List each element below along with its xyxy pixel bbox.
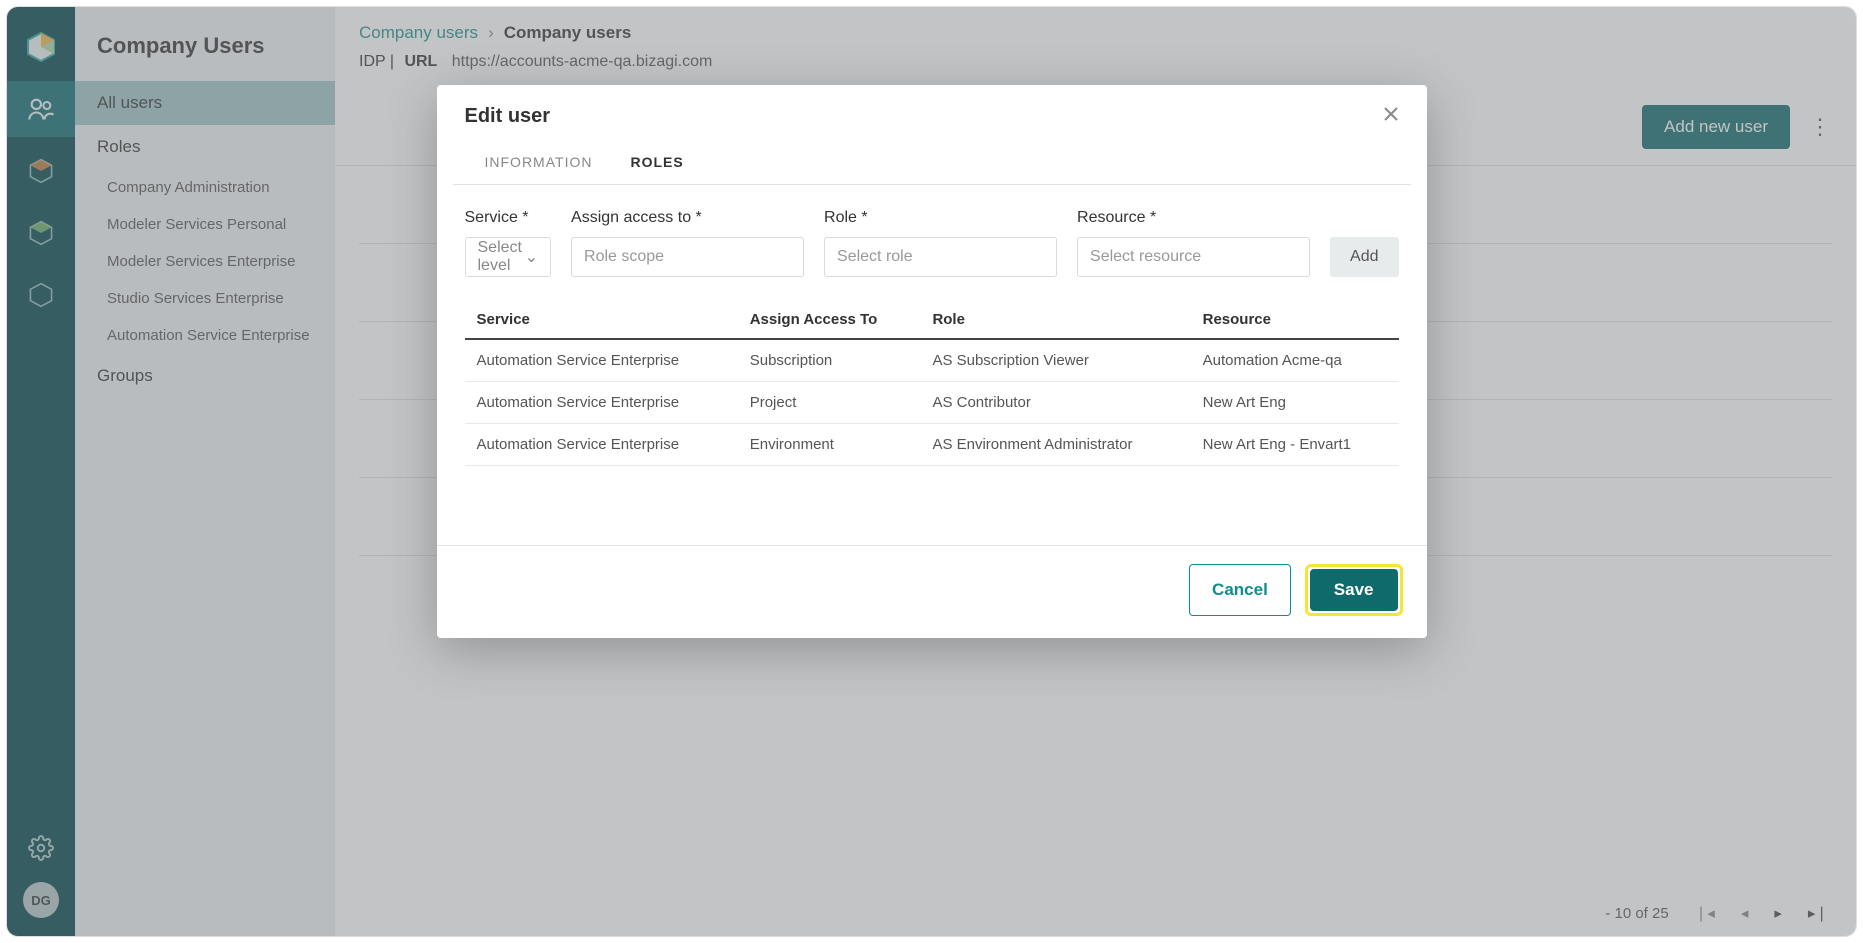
modal-scrim: Edit user Information Roles Service * Se… — [7, 7, 1856, 936]
cell-resource: New Art Eng — [1191, 382, 1399, 424]
role-input[interactable] — [824, 237, 1057, 277]
col-assign: Assign Access To — [738, 301, 921, 339]
cell-role: AS Subscription Viewer — [920, 339, 1190, 382]
tab-information[interactable]: Information — [481, 142, 597, 184]
modal-body: Service * Select level ⌄ Assign access t… — [437, 185, 1427, 545]
add-role-button[interactable]: Add — [1330, 237, 1398, 277]
cancel-button[interactable]: Cancel — [1189, 564, 1291, 616]
col-service: Service — [465, 301, 738, 339]
modal-tabs: Information Roles — [453, 142, 1411, 185]
cell-resource: New Art Eng - Envart1 — [1191, 424, 1399, 466]
close-icon — [1383, 106, 1399, 122]
service-placeholder: Select level — [478, 239, 525, 275]
close-button[interactable] — [1383, 106, 1399, 127]
chevron-down-icon: ⌄ — [525, 247, 538, 267]
table-row[interactable]: Automation Service Enterprise Project AS… — [465, 382, 1399, 424]
modal-title: Edit user — [465, 105, 551, 128]
table-row[interactable]: Automation Service Enterprise Subscripti… — [465, 339, 1399, 382]
cell-assign: Subscription — [738, 339, 921, 382]
service-label: Service * — [465, 209, 552, 227]
roles-table: Service Assign Access To Role Resource A… — [465, 301, 1399, 466]
cell-role: AS Contributor — [920, 382, 1190, 424]
col-resource: Resource — [1191, 301, 1399, 339]
app-frame: DG Company Users All users Roles Company… — [6, 6, 1857, 937]
cell-assign: Environment — [738, 424, 921, 466]
resource-label: Resource * — [1077, 209, 1310, 227]
edit-user-modal: Edit user Information Roles Service * Se… — [437, 85, 1427, 638]
cell-service: Automation Service Enterprise — [465, 382, 738, 424]
modal-footer: Cancel Save — [437, 545, 1427, 638]
modal-header: Edit user — [437, 85, 1427, 142]
service-select[interactable]: Select level ⌄ — [465, 237, 552, 277]
cell-role: AS Environment Administrator — [920, 424, 1190, 466]
save-highlight: Save — [1305, 564, 1403, 616]
cell-resource: Automation Acme-qa — [1191, 339, 1399, 382]
cell-service: Automation Service Enterprise — [465, 424, 738, 466]
cell-service: Automation Service Enterprise — [465, 339, 738, 382]
assign-label: Assign access to * — [571, 209, 804, 227]
cell-assign: Project — [738, 382, 921, 424]
col-role: Role — [920, 301, 1190, 339]
resource-input[interactable] — [1077, 237, 1310, 277]
filters-row: Service * Select level ⌄ Assign access t… — [465, 209, 1399, 277]
role-label: Role * — [824, 209, 1057, 227]
save-button[interactable]: Save — [1310, 569, 1398, 611]
table-row[interactable]: Automation Service Enterprise Environmen… — [465, 424, 1399, 466]
assign-input[interactable] — [571, 237, 804, 277]
tab-roles[interactable]: Roles — [626, 142, 687, 184]
